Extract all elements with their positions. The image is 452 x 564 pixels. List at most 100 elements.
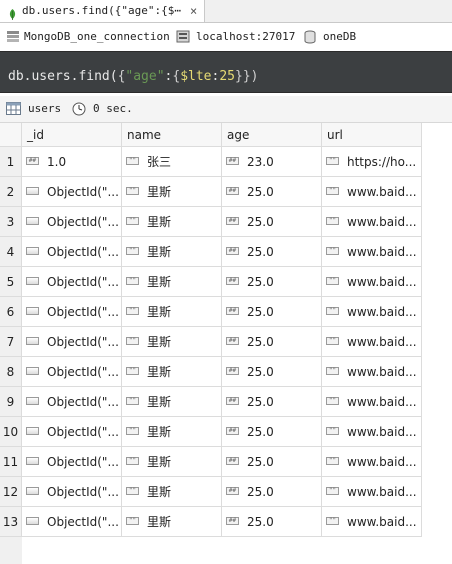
table-row[interactable]: 10 ObjectId("... "" 里斯 ## 25.0 "" www.baid... xyxy=(0,417,452,447)
cell-id[interactable]: ObjectId("... xyxy=(22,417,122,447)
table-row[interactable]: 6 ObjectId("... "" 里斯 ## 25.0 "" www.baid... xyxy=(0,297,452,327)
cell-name[interactable]: "" 里斯 xyxy=(122,297,222,327)
cell-name[interactable]: "" 里斯 xyxy=(122,357,222,387)
cell-id[interactable]: ObjectId("... xyxy=(22,507,122,537)
cell-id[interactable]: ObjectId("... xyxy=(22,297,122,327)
number-type-icon: ## xyxy=(226,187,239,195)
row-number: 3 xyxy=(0,207,22,237)
string-type-icon: "" xyxy=(326,427,339,435)
column-header-url[interactable]: url xyxy=(322,123,422,147)
table-row[interactable]: 5 ObjectId("... "" 里斯 ## 25.0 "" www.baid... xyxy=(0,267,452,297)
string-type-icon: "" xyxy=(326,487,339,495)
cell-url-value: https://ho... xyxy=(347,155,417,169)
row-number: 6 xyxy=(0,297,22,327)
cell-age-value: 25.0 xyxy=(247,425,274,439)
cell-id[interactable]: ObjectId("... xyxy=(22,357,122,387)
table-row[interactable]: 13 ObjectId("... "" 里斯 ## 25.0 "" www.baid... xyxy=(0,507,452,537)
table-row[interactable]: 11 ObjectId("... "" 里斯 ## 25.0 "" www.baid... xyxy=(0,447,452,477)
cell-age[interactable]: ## 25.0 xyxy=(222,297,322,327)
cell-id[interactable]: ObjectId("... xyxy=(22,477,122,507)
query-tab[interactable]: db.users.find({"age":{$⋯ × xyxy=(0,0,205,22)
cell-url[interactable]: "" www.baid... xyxy=(322,267,422,297)
cell-name[interactable]: "" 里斯 xyxy=(122,447,222,477)
cell-age[interactable]: ## 25.0 xyxy=(222,507,322,537)
string-type-icon: "" xyxy=(126,487,139,495)
cell-age[interactable]: ## 25.0 xyxy=(222,207,322,237)
cell-url[interactable]: "" www.baid... xyxy=(322,387,422,417)
cell-name-value: 里斯 xyxy=(147,425,172,439)
cell-id[interactable]: ObjectId("... xyxy=(22,177,122,207)
cell-id[interactable]: ObjectId("... xyxy=(22,327,122,357)
host-label[interactable]: localhost:27017 xyxy=(196,23,295,50)
connection-name[interactable]: MongoDB_one_connection xyxy=(24,23,170,50)
query-text[interactable]: db.users.find({"age":{$lte:25}}) xyxy=(8,69,258,84)
cell-name-value: 里斯 xyxy=(147,215,172,229)
cell-name[interactable]: "" 里斯 xyxy=(122,417,222,447)
cell-name[interactable]: "" 里斯 xyxy=(122,387,222,417)
close-icon[interactable]: × xyxy=(190,0,197,22)
table-row[interactable]: 7 ObjectId("... "" 里斯 ## 25.0 "" www.baid... xyxy=(0,327,452,357)
table-row[interactable]: 8 ObjectId("... "" 里斯 ## 25.0 "" www.baid... xyxy=(0,357,452,387)
cell-url[interactable]: "" www.baid... xyxy=(322,327,422,357)
cell-age[interactable]: ## 25.0 xyxy=(222,357,322,387)
table-row[interactable]: 2 ObjectId("... "" 里斯 ## 25.0 "" www.baid... xyxy=(0,177,452,207)
cell-age[interactable]: ## 23.0 xyxy=(222,147,322,177)
cell-age[interactable]: ## 25.0 xyxy=(222,267,322,297)
row-number: 8 xyxy=(0,357,22,387)
query-editor[interactable]: db.users.find({"age":{$lte:25}}) xyxy=(0,51,452,93)
cell-url[interactable]: "" www.baid... xyxy=(322,357,422,387)
cell-url[interactable]: "" www.baid... xyxy=(322,507,422,537)
tab-title: db.users.find({"age":{$⋯ xyxy=(22,4,181,17)
cell-name[interactable]: "" 里斯 xyxy=(122,477,222,507)
cell-id[interactable]: ObjectId("... xyxy=(22,267,122,297)
cell-age[interactable]: ## 25.0 xyxy=(222,177,322,207)
cell-id[interactable]: ObjectId("... xyxy=(22,207,122,237)
cell-name[interactable]: "" 里斯 xyxy=(122,177,222,207)
cell-id[interactable]: ObjectId("... xyxy=(22,447,122,477)
cell-url[interactable]: "" www.baid... xyxy=(322,297,422,327)
cell-age[interactable]: ## 25.0 xyxy=(222,327,322,357)
cell-url[interactable]: "" www.baid... xyxy=(322,477,422,507)
clock-icon xyxy=(72,102,86,119)
cell-url[interactable]: "" www.baid... xyxy=(322,417,422,447)
cell-id[interactable]: ## 1.0 xyxy=(22,147,122,177)
cell-url[interactable]: "" www.baid... xyxy=(322,447,422,477)
table-row[interactable]: 1 ## 1.0 "" 张三 ## 23.0 "" https://ho... xyxy=(0,147,452,177)
cell-name-value: 里斯 xyxy=(147,185,172,199)
cell-id[interactable]: ObjectId("... xyxy=(22,237,122,267)
cell-age[interactable]: ## 25.0 xyxy=(222,477,322,507)
cell-url-value: www.baid... xyxy=(347,275,417,289)
table-row[interactable]: 12 ObjectId("... "" 里斯 ## 25.0 "" www.baid... xyxy=(0,477,452,507)
table-row[interactable]: 4 ObjectId("... "" 里斯 ## 25.0 "" www.baid... xyxy=(0,237,452,267)
row-number-header xyxy=(0,123,22,147)
cell-url[interactable]: "" www.baid... xyxy=(322,237,422,267)
number-type-icon: ## xyxy=(226,277,239,285)
database-label[interactable]: oneDB xyxy=(323,23,356,50)
table-row[interactable]: 9 ObjectId("... "" 里斯 ## 25.0 "" www.baid... xyxy=(0,387,452,417)
number-type-icon: ## xyxy=(226,157,239,165)
cell-name[interactable]: "" 里斯 xyxy=(122,507,222,537)
cell-id[interactable]: ObjectId("... xyxy=(22,387,122,417)
cell-id-value: ObjectId("... xyxy=(47,305,119,319)
cell-name[interactable]: "" 里斯 xyxy=(122,327,222,357)
column-header-name[interactable]: name xyxy=(122,123,222,147)
column-header-id[interactable]: _id xyxy=(22,123,122,147)
cell-url[interactable]: "" www.baid... xyxy=(322,177,422,207)
cell-url-value: www.baid... xyxy=(347,485,417,499)
cell-id-value: ObjectId("... xyxy=(47,335,119,349)
cell-url[interactable]: "" https://ho... xyxy=(322,147,422,177)
table-view-icon[interactable] xyxy=(6,102,21,118)
column-header-age[interactable]: age xyxy=(222,123,322,147)
object-type-icon xyxy=(26,247,39,255)
cell-url[interactable]: "" www.baid... xyxy=(322,207,422,237)
cell-name[interactable]: "" 里斯 xyxy=(122,267,222,297)
cell-age[interactable]: ## 25.0 xyxy=(222,417,322,447)
cell-age[interactable]: ## 25.0 xyxy=(222,387,322,417)
table-row[interactable]: 3 ObjectId("... "" 里斯 ## 25.0 "" www.baid... xyxy=(0,207,452,237)
cell-age[interactable]: ## 25.0 xyxy=(222,237,322,267)
cell-name[interactable]: "" 里斯 xyxy=(122,207,222,237)
cell-name[interactable]: "" 张三 xyxy=(122,147,222,177)
cell-age[interactable]: ## 25.0 xyxy=(222,447,322,477)
cell-age-value: 25.0 xyxy=(247,485,274,499)
cell-name[interactable]: "" 里斯 xyxy=(122,237,222,267)
